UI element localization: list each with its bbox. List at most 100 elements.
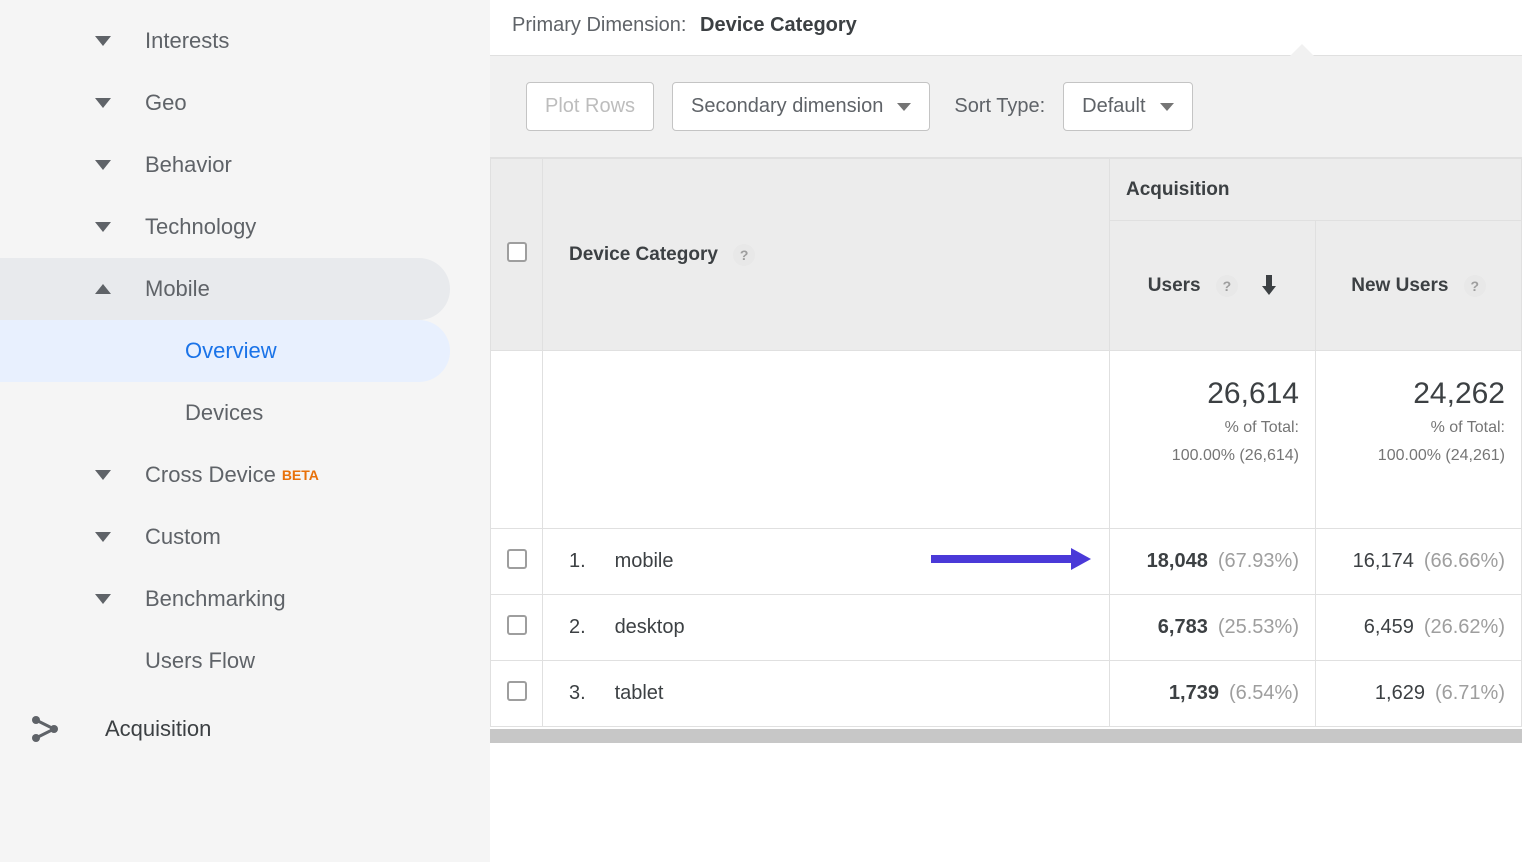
row-index: 2. — [569, 616, 609, 639]
sidebar-item-geo[interactable]: Geo — [0, 72, 490, 134]
sidebar-item-label: Interests — [145, 28, 229, 54]
value: 1,629 — [1375, 682, 1425, 704]
row-index: 1. — [569, 550, 609, 573]
sidebar: Interests Geo Behavior Technology Mobile… — [0, 0, 490, 862]
sidebar-item-label: Cross Device — [145, 462, 276, 488]
acquisition-icon — [30, 714, 105, 744]
users-cell: 6,783 (25.53%) — [1110, 595, 1316, 661]
percent: (66.66%) — [1424, 550, 1505, 572]
sort-type-label: Sort Type: — [954, 95, 1045, 118]
sidebar-subitem-devices[interactable]: Devices — [0, 382, 490, 444]
sidebar-item-label: Benchmarking — [145, 586, 286, 612]
column-label: Users — [1148, 275, 1201, 296]
button-label: Plot Rows — [545, 95, 635, 118]
help-icon[interactable]: ? — [1216, 275, 1238, 297]
percent: (6.71%) — [1435, 682, 1505, 704]
users-cell: 1,739(6.54%) — [1110, 661, 1316, 727]
caret-down-icon — [95, 98, 145, 108]
sidebar-item-cross-device[interactable]: Cross Device BETA — [0, 444, 490, 506]
metric-group-header: Acquisition — [1110, 159, 1522, 221]
empty-cell — [543, 351, 1110, 529]
help-icon[interactable]: ? — [1464, 275, 1486, 297]
new-users-cell: 6,459 (26.62%) — [1316, 595, 1522, 661]
value: 18,048 — [1147, 550, 1208, 572]
sidebar-item-users-flow[interactable]: Users Flow — [0, 630, 490, 692]
value: 6,783 — [1158, 616, 1208, 638]
annotation-arrow-icon — [931, 546, 1091, 578]
table-row: 2. desktop 6,783 (25.53%) 6,459 (26.62%) — [491, 595, 1522, 661]
table-controls: Plot Rows Secondary dimension Sort Type:… — [490, 56, 1522, 158]
caret-up-icon — [95, 284, 145, 294]
percent: (25.53%) — [1218, 616, 1299, 638]
total-value: 26,614 — [1126, 377, 1299, 411]
dimension-cell[interactable]: 2. desktop — [543, 595, 1110, 661]
sort-descending-icon — [1243, 275, 1277, 296]
row-name: desktop — [615, 616, 685, 638]
row-name: tablet — [615, 682, 664, 704]
primary-dimension-label: Primary Dimension: — [512, 14, 686, 36]
horizontal-scrollbar[interactable] — [490, 729, 1522, 743]
total-sub2: 100.00% (24,261) — [1332, 445, 1505, 467]
sidebar-item-label: Overview — [185, 338, 277, 363]
row-checkbox[interactable] — [507, 549, 527, 569]
percent: (6.54%) — [1229, 682, 1299, 704]
caret-down-icon — [1160, 103, 1174, 111]
caret-down-icon — [95, 532, 145, 542]
button-label: Default — [1082, 95, 1145, 118]
new-users-cell: 16,174 (66.66%) — [1316, 529, 1522, 595]
sidebar-section-acquisition[interactable]: Acquisition — [0, 692, 490, 766]
column-label: New Users — [1351, 275, 1448, 296]
select-all-checkbox[interactable] — [507, 242, 527, 262]
total-sub2: 100.00% (26,614) — [1126, 445, 1299, 467]
data-table: Device Category ? Acquisition Users ? — [490, 158, 1522, 862]
primary-dimension-bar: Primary Dimension: Device Category — [490, 0, 1522, 56]
value: 6,459 — [1364, 616, 1414, 638]
percent: (67.93%) — [1218, 550, 1299, 572]
new-users-cell: 1,629 (6.71%) — [1316, 661, 1522, 727]
value: 16,174 — [1353, 550, 1414, 572]
dimension-cell[interactable]: 3. tablet — [543, 661, 1110, 727]
row-checkbox[interactable] — [507, 615, 527, 635]
button-label: Secondary dimension — [691, 95, 883, 118]
select-all-header — [491, 159, 543, 351]
sidebar-item-label: Users Flow — [145, 648, 255, 674]
caret-down-icon — [897, 103, 911, 111]
row-checkbox[interactable] — [507, 681, 527, 701]
caret-down-icon — [95, 36, 145, 46]
percent: (26.62%) — [1424, 616, 1505, 638]
help-icon[interactable]: ? — [733, 244, 755, 266]
new-users-column-header[interactable]: New Users ? — [1316, 221, 1522, 351]
dimension-column-header[interactable]: Device Category ? — [543, 159, 1110, 351]
sidebar-item-technology[interactable]: Technology — [0, 196, 490, 258]
total-sub1: % of Total: — [1126, 417, 1299, 439]
primary-dimension-value[interactable]: Device Category — [700, 14, 857, 36]
sidebar-item-label: Custom — [145, 524, 221, 550]
dimension-cell[interactable]: 1. mobile — [543, 529, 1110, 595]
table-row: 1. mobile 18,048 (67.93%) 16,174 (66.66%) — [491, 529, 1522, 595]
users-column-header[interactable]: Users ? — [1110, 221, 1316, 351]
beta-badge: BETA — [282, 467, 319, 483]
sidebar-item-benchmarking[interactable]: Benchmarking — [0, 568, 490, 630]
caret-down-icon — [95, 160, 145, 170]
sidebar-item-custom[interactable]: Custom — [0, 506, 490, 568]
caret-down-icon — [95, 222, 145, 232]
sidebar-item-label: Behavior — [145, 152, 232, 178]
secondary-dimension-dropdown[interactable]: Secondary dimension — [672, 82, 930, 131]
sidebar-item-label: Technology — [145, 214, 256, 240]
users-total-cell: 26,614 % of Total: 100.00% (26,614) — [1110, 351, 1316, 529]
sidebar-item-behavior[interactable]: Behavior — [0, 134, 490, 196]
pointer-triangle-icon — [1290, 44, 1314, 56]
table-row: 3. tablet 1,739(6.54%) 1,629 (6.71%) — [491, 661, 1522, 727]
totals-row: 26,614 % of Total: 100.00% (26,614) 24,2… — [491, 351, 1522, 529]
plot-rows-button[interactable]: Plot Rows — [526, 82, 654, 131]
caret-down-icon — [95, 470, 145, 480]
total-sub1: % of Total: — [1332, 417, 1505, 439]
sidebar-subitem-overview[interactable]: Overview — [0, 320, 450, 382]
sidebar-item-label: Mobile — [145, 276, 210, 302]
sidebar-item-interests[interactable]: Interests — [0, 10, 490, 72]
sidebar-item-mobile[interactable]: Mobile — [0, 258, 450, 320]
sidebar-section-label: Acquisition — [105, 716, 211, 742]
column-label: Device Category — [569, 244, 718, 265]
sidebar-item-label: Devices — [185, 400, 263, 425]
sort-type-dropdown[interactable]: Default — [1063, 82, 1192, 131]
